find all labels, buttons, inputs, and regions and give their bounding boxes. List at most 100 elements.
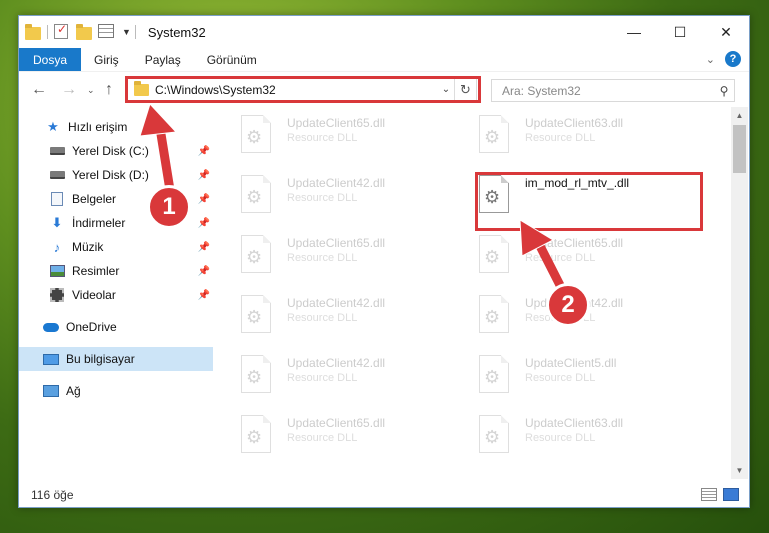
drive-icon bbox=[49, 168, 65, 182]
item-count: 116 öğe bbox=[31, 488, 74, 502]
file-name: UpdateClient63.dll bbox=[525, 116, 624, 130]
tab-home[interactable]: Giriş bbox=[81, 48, 132, 71]
dll-file-icon: ⚙ bbox=[241, 415, 273, 455]
new-folder-icon[interactable] bbox=[76, 24, 92, 40]
customize-toolbar-chevron-icon[interactable]: ▼ bbox=[122, 27, 131, 37]
onedrive-icon bbox=[43, 320, 59, 334]
file-item[interactable]: ⚙ UpdateClient65.dll Resource DLL bbox=[453, 227, 653, 283]
close-button[interactable]: ✕ bbox=[703, 16, 749, 48]
sidebar-item-onedrive[interactable]: OneDrive bbox=[19, 315, 213, 339]
forward-arrow-icon[interactable]: → bbox=[61, 81, 77, 99]
title-bar: ▼ System32 — ☐ ✕ bbox=[19, 16, 749, 48]
sidebar-item-quick-access[interactable]: ★ Hızlı erişim bbox=[19, 115, 213, 139]
dll-file-icon: ⚙ bbox=[479, 115, 511, 155]
file-highlight bbox=[475, 172, 703, 231]
sidebar-item-label: Müzik bbox=[72, 240, 104, 254]
search-placeholder[interactable]: Ara: System32 bbox=[502, 84, 714, 98]
sidebar-item-label: Ağ bbox=[66, 384, 81, 398]
file-type: Resource DLL bbox=[287, 192, 358, 204]
file-type: Resource DLL bbox=[287, 132, 358, 144]
up-arrow-icon[interactable]: ↑ bbox=[105, 81, 113, 99]
dll-file-icon: ⚙ bbox=[241, 115, 273, 155]
search-icon[interactable]: ⚲ bbox=[714, 84, 734, 98]
file-item[interactable]: ⚙ UpdateClient65.dll Resource DLL bbox=[215, 407, 415, 463]
status-bar: 116 öğe bbox=[19, 483, 749, 507]
address-dropdown-chevron-icon[interactable]: ⌄ bbox=[438, 84, 454, 95]
properties-check-icon[interactable] bbox=[54, 22, 70, 40]
scroll-up-arrow-icon[interactable]: ▲ bbox=[731, 107, 748, 124]
toolbar-separator bbox=[134, 25, 136, 39]
recent-locations-chevron-icon[interactable]: ⌄ bbox=[87, 85, 95, 96]
file-item[interactable]: ⚙ UpdateClient5.dll Resource DLL bbox=[453, 347, 653, 403]
file-item[interactable]: ⚙ UpdateClient42.dll Resource DLL bbox=[215, 167, 415, 223]
sidebar-item-videos[interactable]: Videolar 📌 bbox=[19, 283, 213, 307]
sidebar-item-local-disk-c[interactable]: Yerel Disk (C:) 📌 bbox=[19, 139, 213, 163]
sidebar-item-label: Yerel Disk (C:) bbox=[72, 144, 149, 158]
address-bar[interactable]: C:\Windows\System32 ⌄ ↻ bbox=[127, 78, 477, 101]
file-type: Resource DLL bbox=[525, 432, 596, 444]
file-type: Resource DLL bbox=[525, 132, 596, 144]
back-arrow-icon[interactable]: ← bbox=[31, 81, 47, 99]
file-type: Resource DLL bbox=[287, 252, 358, 264]
sidebar-item-this-pc[interactable]: Bu bilgisayar bbox=[19, 347, 213, 371]
file-item[interactable]: ⚙ UpdateClient63.dll Resource DLL bbox=[453, 107, 653, 163]
dll-file-icon: ⚙ bbox=[479, 295, 511, 335]
pin-icon[interactable]: 📌 bbox=[198, 146, 210, 157]
properties-icon[interactable] bbox=[98, 24, 114, 40]
minimize-button[interactable]: — bbox=[611, 16, 657, 48]
explorer-window: ▼ System32 — ☐ ✕ Dosya Giriş Paylaş Görü… bbox=[18, 15, 750, 508]
file-name: UpdateClient65.dll bbox=[525, 236, 624, 250]
search-box[interactable]: Ara: System32 ⚲ bbox=[491, 79, 735, 102]
maximize-button[interactable]: ☐ bbox=[657, 16, 703, 48]
expand-ribbon-chevron-icon[interactable]: ⌄ bbox=[706, 53, 715, 66]
music-icon: ♪ bbox=[53, 239, 61, 255]
sidebar-item-label: Belgeler bbox=[72, 192, 117, 206]
file-item[interactable]: ⚙ UpdateClient65.dll Resource DLL bbox=[215, 227, 415, 283]
vertical-scrollbar[interactable]: ▲ ▼ bbox=[731, 107, 748, 479]
dll-file-icon: ⚙ bbox=[241, 175, 273, 215]
pin-icon[interactable]: 📌 bbox=[198, 290, 210, 301]
pin-icon[interactable]: 📌 bbox=[198, 242, 210, 253]
address-path[interactable]: C:\Windows\System32 bbox=[155, 83, 438, 97]
file-item[interactable]: ⚙ UpdateClient42.dll Resource DLL bbox=[215, 347, 415, 403]
sidebar-item-pictures[interactable]: Resimler 📌 bbox=[19, 259, 213, 283]
file-name: UpdateClient65.dll bbox=[287, 236, 386, 250]
tab-view[interactable]: Görünüm bbox=[194, 48, 270, 71]
file-name: UpdateClient65.dll bbox=[287, 116, 386, 130]
dll-file-icon: ⚙ bbox=[241, 235, 273, 275]
details-view-icon[interactable] bbox=[701, 488, 717, 501]
sidebar-item-label: OneDrive bbox=[66, 320, 117, 334]
sidebar-item-label: Yerel Disk (D:) bbox=[72, 168, 149, 182]
folder-icon bbox=[25, 24, 41, 40]
sidebar-item-music[interactable]: ♪ Müzik 📌 bbox=[19, 235, 213, 259]
pin-icon[interactable]: 📌 bbox=[198, 266, 210, 277]
sidebar-item-label: Hızlı erişim bbox=[68, 120, 128, 134]
file-item[interactable]: ⚙ UpdateClient63.dll Resource DLL bbox=[453, 407, 653, 463]
pin-icon[interactable]: 📌 bbox=[198, 194, 210, 205]
scroll-down-arrow-icon[interactable]: ▼ bbox=[731, 462, 748, 479]
quick-access-toolbar: ▼ bbox=[25, 16, 142, 48]
downloads-icon: ⬇ bbox=[51, 215, 63, 230]
file-name: UpdateClient65.dll bbox=[287, 416, 386, 430]
step-badge-2: 2 bbox=[546, 283, 590, 327]
folder-icon bbox=[134, 80, 149, 96]
sidebar-item-network[interactable]: Ağ bbox=[19, 379, 213, 403]
pin-icon[interactable]: 📌 bbox=[198, 218, 210, 229]
help-icon[interactable]: ? bbox=[725, 51, 741, 67]
file-item[interactable]: ⚙ UpdateClient65.dll Resource DLL bbox=[215, 107, 415, 163]
dll-file-icon: ⚙ bbox=[241, 295, 273, 335]
large-icons-view-icon[interactable] bbox=[723, 488, 739, 501]
pin-icon[interactable]: 📌 bbox=[198, 170, 210, 181]
navigation-bar: ← → ⌄ ↑ C:\Windows\System32 ⌄ ↻ Ara: Sys… bbox=[19, 71, 749, 107]
drive-icon bbox=[49, 144, 65, 158]
sidebar-item-label: Resimler bbox=[72, 264, 120, 278]
tab-share[interactable]: Paylaş bbox=[132, 48, 194, 71]
refresh-icon[interactable]: ↻ bbox=[454, 79, 476, 100]
file-item[interactable]: ⚙ UpdateClient42.dll Resource DLL bbox=[215, 287, 415, 343]
file-name: UpdateClient42.dll bbox=[287, 176, 386, 190]
sidebar-item-local-disk-d[interactable]: Yerel Disk (D:) 📌 bbox=[19, 163, 213, 187]
sidebar-item-label: Videolar bbox=[72, 288, 116, 302]
tab-file[interactable]: Dosya bbox=[19, 48, 82, 71]
scrollbar-thumb[interactable] bbox=[733, 125, 746, 173]
sidebar-item-label: İndirmeler bbox=[72, 216, 126, 230]
